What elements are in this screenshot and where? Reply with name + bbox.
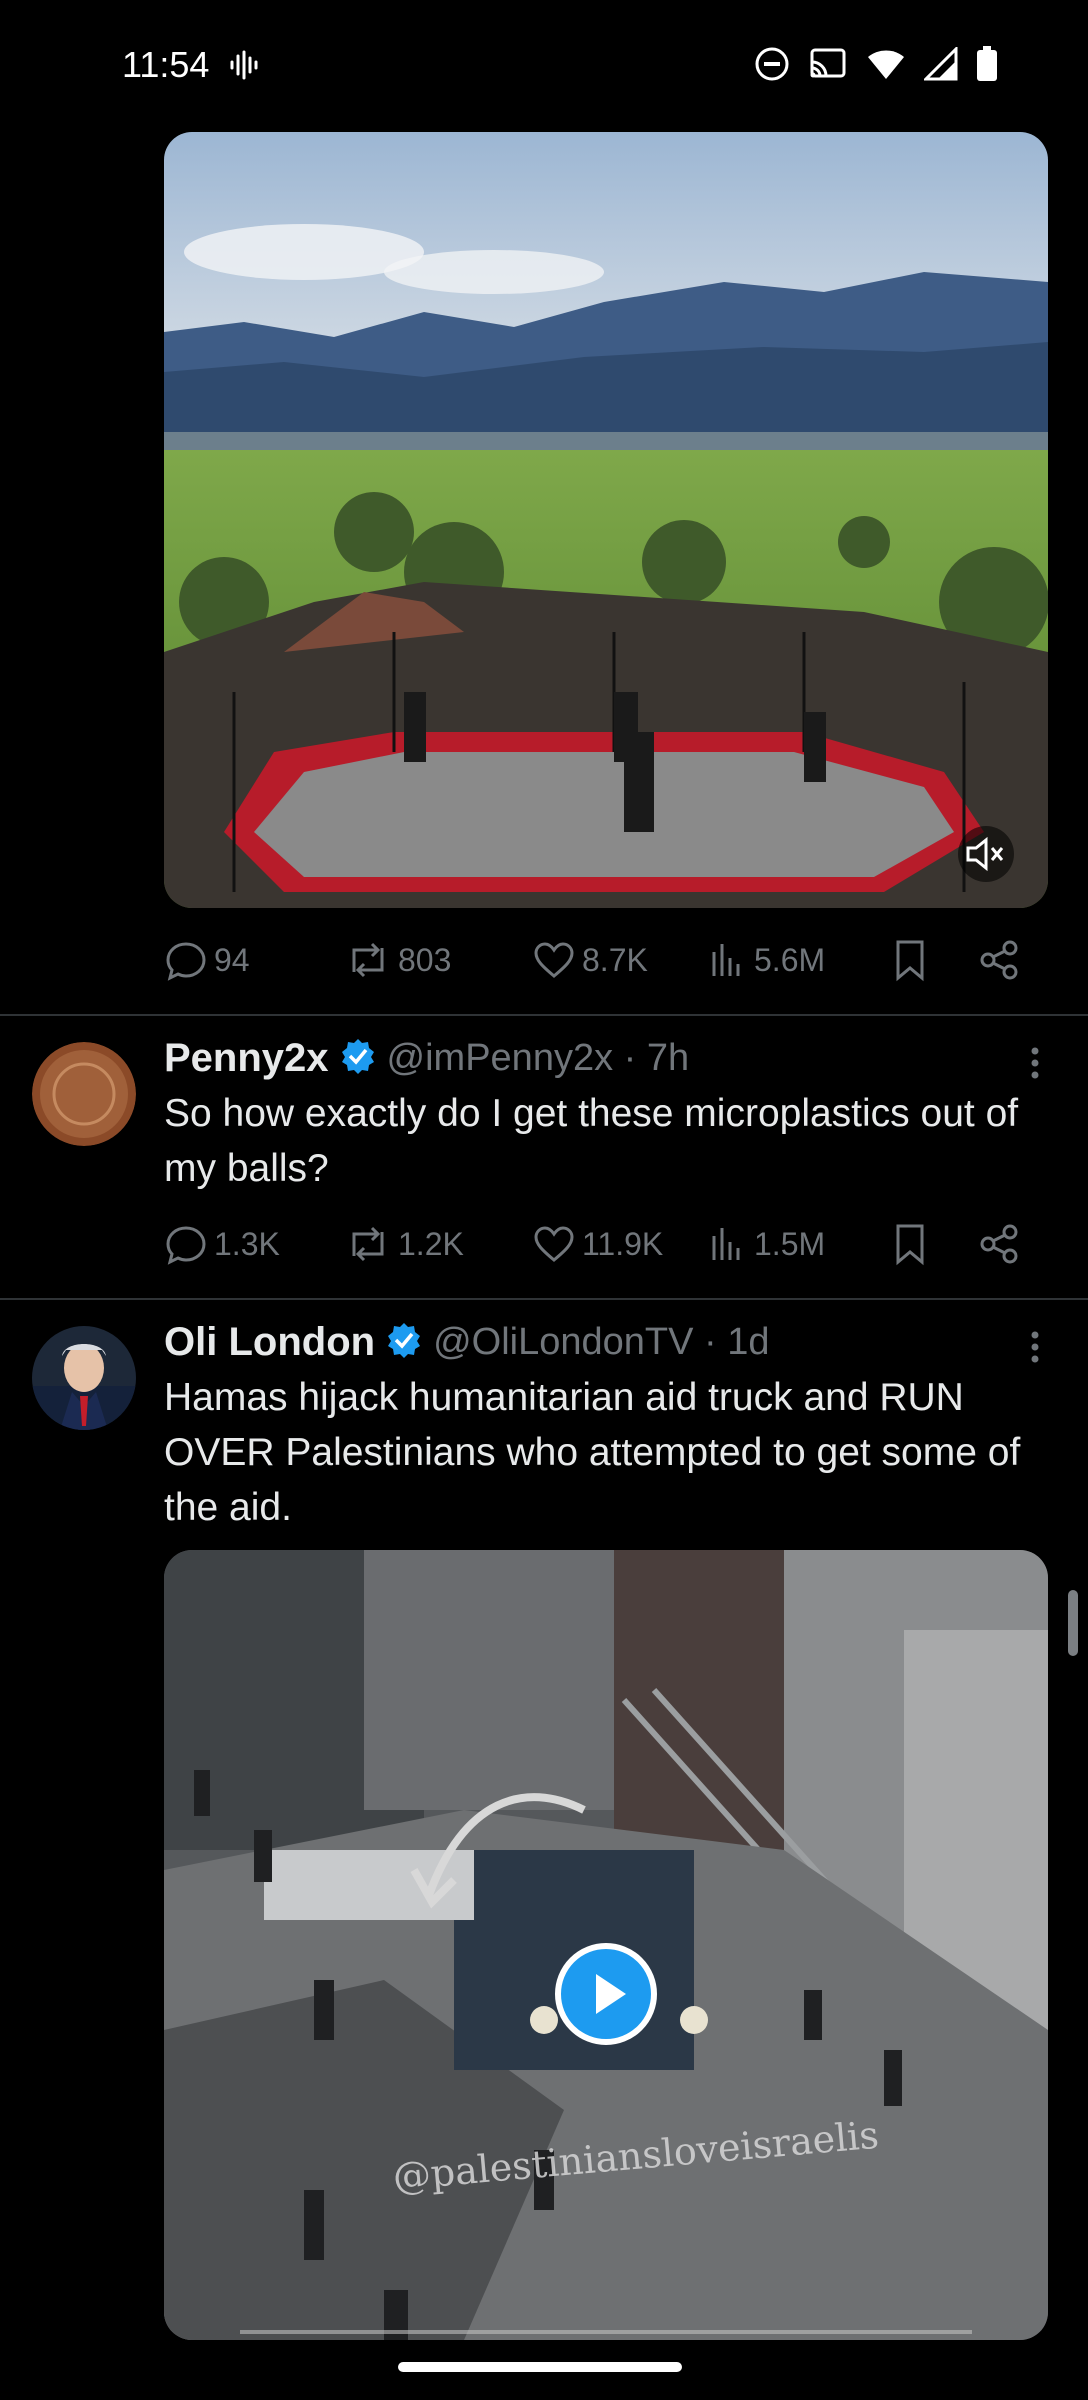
tweet-video-2[interactable]: @palestiniansloveisraelis	[164, 1550, 1048, 2340]
views-count: 1.5M	[754, 1225, 826, 1262]
divider	[0, 1014, 1088, 1016]
views-icon	[708, 1224, 748, 1264]
like-count: 11.9K	[582, 1225, 664, 1262]
reply-icon	[164, 1222, 208, 1266]
retweet-count: 1.2K	[398, 1225, 464, 1262]
bookmark-button[interactable]	[892, 938, 928, 982]
like-button[interactable]: 8.7K	[532, 940, 648, 980]
retweet-button[interactable]: 1.2K	[344, 1222, 464, 1266]
bookmark-icon	[892, 938, 928, 982]
share-icon	[978, 1222, 1022, 1266]
status-bar: 11:54	[0, 0, 1088, 130]
display-name[interactable]: Penny2x	[164, 1036, 329, 1081]
retweet-icon	[344, 938, 392, 982]
tweet-2-actions: 1.3K 1.2K 11.9K 1.5M	[164, 1214, 1028, 1274]
like-button[interactable]: 11.9K	[532, 1224, 663, 1264]
retweet-icon	[344, 1222, 392, 1266]
heart-icon	[532, 1224, 576, 1264]
dnd-icon	[754, 46, 790, 87]
divider	[0, 1298, 1088, 1300]
share-button[interactable]	[978, 1222, 1022, 1266]
tweet-header: Penny2x @imPenny2x · 7h	[164, 1036, 689, 1081]
display-name[interactable]: Oli London	[164, 1320, 375, 1365]
share-icon	[978, 938, 1022, 982]
more-options-button[interactable]	[1010, 1040, 1060, 1090]
like-count: 8.7K	[582, 941, 648, 978]
reply-count: 1.3K	[214, 1225, 280, 1262]
bookmark-button[interactable]	[892, 1222, 928, 1266]
bookmark-icon	[892, 1222, 928, 1266]
avatar[interactable]	[32, 1326, 136, 1430]
verified-icon	[339, 1037, 377, 1080]
tweet-video-1[interactable]	[164, 132, 1048, 908]
reply-icon	[164, 938, 208, 982]
screen: 11:54 94 803 8.7K 5.6M Penny2x @imPenny2…	[0, 0, 1088, 2400]
more-icon	[1030, 1046, 1040, 1085]
share-button[interactable]	[978, 938, 1022, 982]
views-button[interactable]: 1.5M	[708, 1224, 825, 1264]
mute-icon[interactable]	[964, 834, 1008, 879]
handle-timestamp: @OliLondonTV · 1d	[433, 1321, 770, 1363]
cast-icon	[808, 46, 848, 87]
battery-icon	[976, 46, 998, 87]
reply-button[interactable]: 94	[164, 938, 250, 982]
wifi-icon	[866, 47, 906, 86]
status-time: 11:54	[122, 44, 210, 85]
tweet-header: Oli London @OliLondonTV · 1d	[164, 1320, 769, 1365]
verified-icon	[385, 1321, 423, 1364]
reply-count: 94	[214, 941, 250, 978]
views-count: 5.6M	[754, 941, 826, 978]
avatar[interactable]	[32, 1042, 136, 1146]
tweet-1-actions: 94 803 8.7K 5.6M	[164, 930, 1028, 990]
more-icon	[1030, 1330, 1040, 1369]
voicemail-icon	[228, 50, 258, 85]
more-options-button[interactable]	[1010, 1324, 1060, 1374]
status-icons	[754, 45, 998, 87]
home-indicator[interactable]	[398, 2362, 682, 2372]
retweet-count: 803	[398, 941, 452, 978]
handle-timestamp: @imPenny2x · 7h	[386, 1037, 690, 1079]
play-icon[interactable]	[554, 1942, 658, 2051]
heart-icon	[532, 940, 576, 980]
tweet-text: Hamas hijack humanitarian aid truck and …	[164, 1376, 1021, 1529]
scrollbar-thumb[interactable]	[1068, 1590, 1078, 1656]
reply-button[interactable]: 1.3K	[164, 1222, 280, 1266]
retweet-button[interactable]: 803	[344, 938, 451, 982]
tweet-text: So how exactly do I get these microplast…	[164, 1092, 1019, 1190]
signal-icon	[922, 45, 958, 86]
views-icon	[708, 940, 748, 980]
views-button[interactable]: 5.6M	[708, 940, 825, 980]
